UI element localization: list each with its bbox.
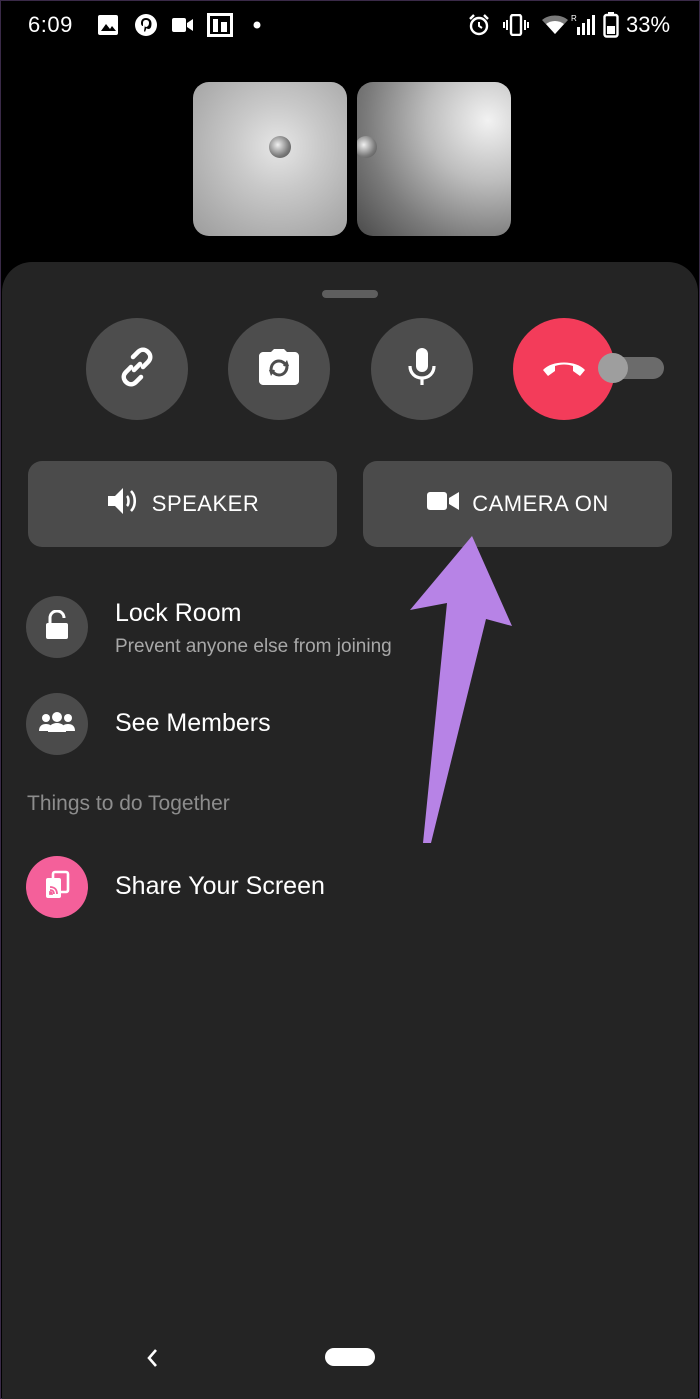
sheet-drag-handle[interactable] [322,290,378,298]
navigation-bar [0,1330,700,1390]
camera-toggle-button[interactable]: CAMERA ON [363,461,672,547]
speaker-button[interactable]: SPEAKER [28,461,337,547]
speaker-icon [106,486,140,522]
dot-icon [252,12,262,38]
share-screen-icon-circle [26,856,88,918]
wifi-icon [541,12,569,38]
mute-button[interactable] [371,318,473,420]
back-icon[interactable] [144,1346,160,1375]
share-screen-icon [42,870,72,905]
participant-video-self[interactable] [193,82,347,236]
see-members-row[interactable]: See Members [26,693,676,757]
members-icon [38,711,76,738]
call-options-sheet: SPEAKER CAMERA ON [2,262,698,1399]
see-members-icon-circle [26,693,88,755]
status-bar: 6:09 R 33% [0,0,700,52]
link-icon [116,346,158,393]
battery-icon [603,12,619,38]
lock-room-toggle[interactable] [598,353,668,383]
status-time: 6:09 [28,12,73,37]
battery-percentage: 33% [626,12,671,37]
copy-link-button[interactable] [86,318,188,420]
share-screen-row[interactable]: Share Your Screen [26,856,676,920]
share-screen-title: Share Your Screen [115,872,325,900]
lock-room-icon-circle [26,596,88,658]
section-header: Things to do Together [27,792,230,815]
signal-icon: R [571,12,595,38]
vibrate-icon [503,12,529,38]
gallery-icon [97,12,119,38]
hang-up-icon [540,357,588,382]
camera-icon [426,490,460,518]
photo-icon [206,12,234,38]
lock-room-row[interactable]: Lock Room Prevent anyone else from joini… [26,596,676,660]
participant-video-remote[interactable] [357,82,511,236]
svg-text:R: R [571,14,577,23]
speaker-label: SPEAKER [151,491,260,516]
lock-room-subtitle: Prevent anyone else from joining [115,636,392,657]
video-frame-detail [357,136,377,158]
toggle-thumb [598,353,628,383]
flip-camera-icon [258,348,300,391]
home-pill-icon[interactable] [325,1348,375,1366]
video-frame-detail [269,136,291,158]
pinterest-icon [134,12,158,38]
camera-label: CAMERA ON [472,491,609,516]
video-icon [172,12,194,38]
see-members-title: See Members [115,709,271,737]
lock-icon [45,608,69,645]
microphone-icon [406,347,438,392]
flip-camera-button[interactable] [228,318,330,420]
alarm-icon [467,12,491,38]
lock-room-title: Lock Room [115,599,242,627]
